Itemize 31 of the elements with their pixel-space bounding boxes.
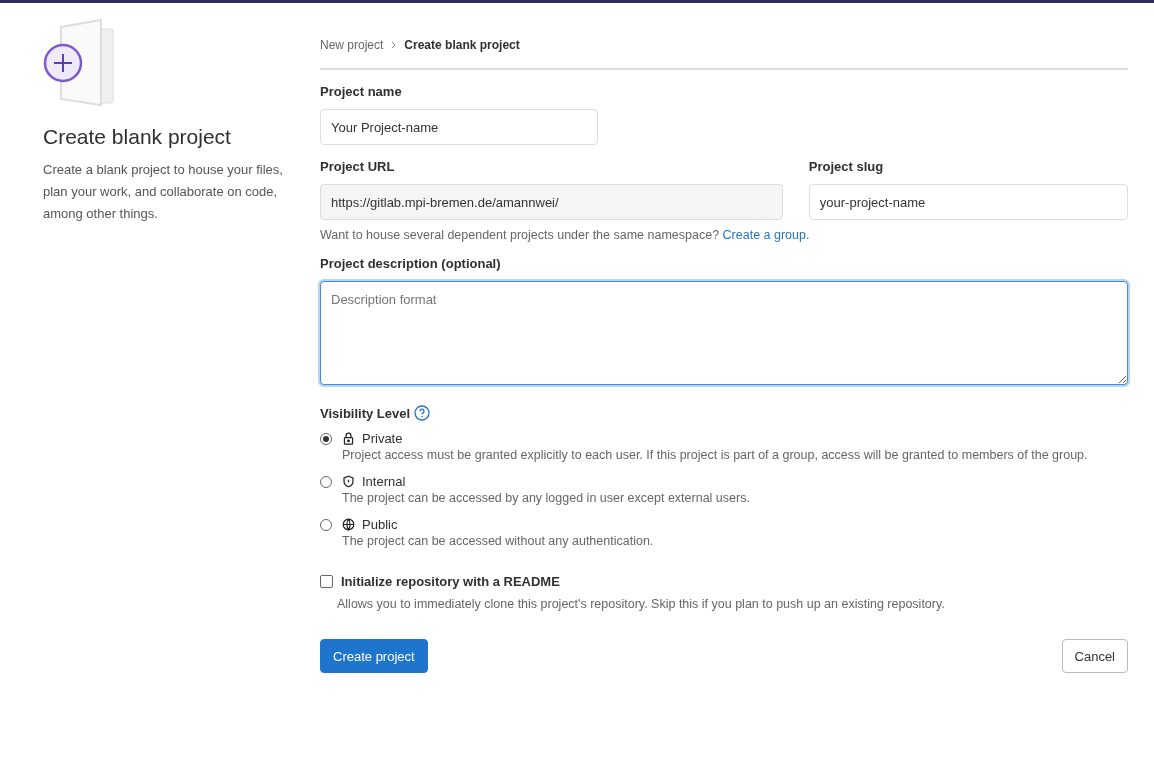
checkbox-label: Initialize repository with a README <box>341 574 560 589</box>
shield-icon <box>342 475 355 488</box>
option-label: Internal <box>362 474 407 489</box>
field-label: Project name <box>320 84 403 99</box>
field-label: Project URL <box>320 159 396 174</box>
breadcrumb-link[interactable]: Create blank project <box>404 38 520 52</box>
help-icon[interactable] <box>414 405 431 421</box>
option-description: The project can be accessed without any authentication. <box>342 534 655 548</box>
option-label: Public <box>362 517 399 532</box>
option-description: Project access must be granted explicitly to each user. If this project is part of a group, access will be granted to members of the group. <box>342 448 1089 462</box>
field-label: Project description (optional) <box>320 256 502 271</box>
cancel-button[interactable]: Cancel <box>1061 639 1128 673</box>
project-slug-field[interactable]: your-project-name <box>808 184 1128 220</box>
project-url-field[interactable]: https://gitlab.mpi-bremen.de/amannwei/ <box>320 184 783 220</box>
lock-icon <box>342 432 355 445</box>
option-description: The project can be accessed by any logged in user except external users. <box>342 491 751 505</box>
field-label: Visibility Level <box>320 405 411 421</box>
chevron-right-icon <box>391 41 397 49</box>
option-label: Private <box>362 431 404 446</box>
checkbox[interactable] <box>320 575 333 588</box>
globe-icon <box>342 518 355 531</box>
field-label: Project slug <box>808 159 885 174</box>
description-field[interactable]: Description format <box>320 281 1128 385</box>
page-description: Create a blank project to house your files, plan your work, and collaborate on code, among other things. <box>43 161 284 223</box>
namespace-hint: Want to house several dependent projects under the same namespace? Create a group. <box>320 228 811 242</box>
project-name-field[interactable]: Your Project-name <box>320 109 598 145</box>
breadcrumb-link[interactable]: New project <box>320 38 384 52</box>
create-group-link[interactable]: Create a group. <box>722 228 810 242</box>
page-title: Create blank project <box>43 125 232 149</box>
readme-description: Allows you to immediately clone this project's repository. Skip this if you plan to push up an existing repository. <box>337 597 946 611</box>
create-project-button[interactable]: Create project <box>320 639 428 673</box>
